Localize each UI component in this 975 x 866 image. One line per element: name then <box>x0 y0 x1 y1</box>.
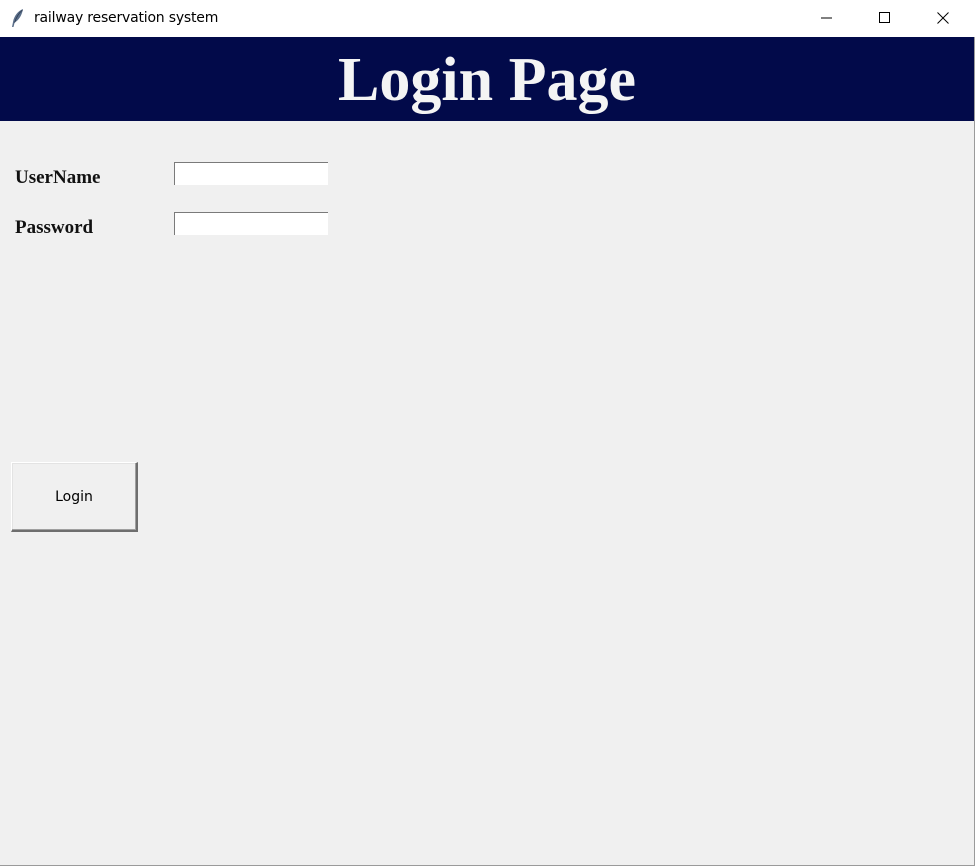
minimize-icon <box>821 9 833 28</box>
page-title: Login Page <box>338 46 636 114</box>
username-label: UserName <box>15 167 101 188</box>
username-field[interactable] <box>174 162 328 185</box>
maximize-button[interactable] <box>856 0 914 37</box>
password-label: Password <box>15 217 94 238</box>
login-button[interactable]: Login <box>11 462 138 532</box>
minimize-button[interactable] <box>798 0 856 37</box>
close-icon <box>937 9 949 28</box>
close-button[interactable] <box>914 0 972 37</box>
app-window: railway reservation system Login Page Us… <box>0 0 975 866</box>
header-banner: Login Page <box>0 37 974 121</box>
login-button-label: Login <box>55 488 93 505</box>
password-field[interactable] <box>174 212 328 235</box>
feather-icon <box>10 8 26 28</box>
window-title: railway reservation system <box>34 10 219 26</box>
maximize-icon <box>879 9 891 28</box>
title-bar[interactable]: railway reservation system <box>0 0 975 37</box>
